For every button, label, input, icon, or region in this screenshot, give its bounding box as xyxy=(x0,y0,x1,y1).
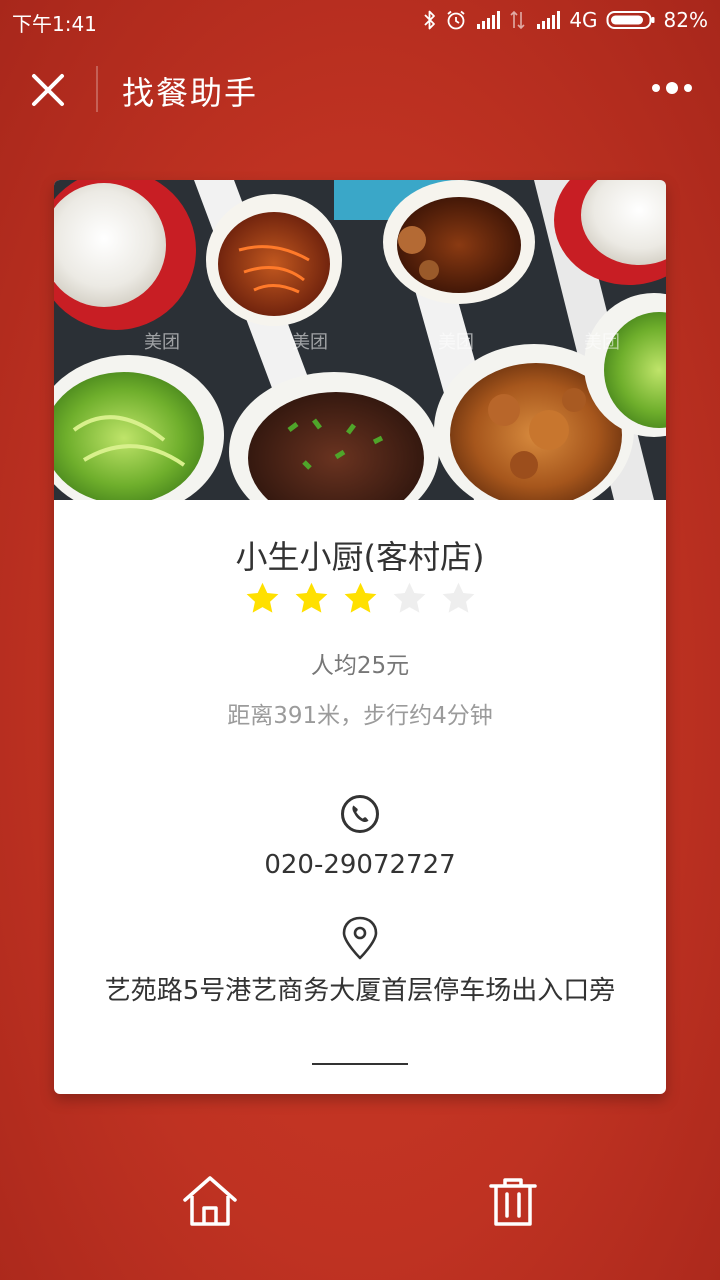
star-empty-icon xyxy=(442,582,474,613)
signal-icon xyxy=(477,11,501,29)
data-transfer-icon xyxy=(510,10,525,30)
signal-icon-2 xyxy=(537,11,561,29)
trash-icon[interactable] xyxy=(483,1172,543,1232)
more-dots-icon[interactable] xyxy=(648,78,696,98)
phone-icon[interactable] xyxy=(340,794,380,834)
svg-text:美团: 美团 xyxy=(584,332,620,353)
svg-text:美团: 美团 xyxy=(144,332,180,353)
address-underline xyxy=(312,1063,408,1065)
battery-icon xyxy=(606,11,655,29)
star-empty-icon xyxy=(393,582,425,613)
walking-distance: 距离391米，步行约4分钟 xyxy=(227,703,493,729)
restaurant-name: 小生小厨(客村店) xyxy=(235,538,485,576)
network-type: 4G xyxy=(569,8,598,32)
average-price: 人均25元 xyxy=(310,653,410,679)
star-filled-icon xyxy=(344,582,376,613)
nav-bar: 找餐助手 xyxy=(0,50,720,130)
restaurant-address[interactable]: 艺苑路5号港艺商务大厦首层停车场出入口旁 xyxy=(90,972,630,1010)
star-filled-icon xyxy=(246,582,278,613)
location-pin-icon[interactable] xyxy=(341,916,379,960)
status-time: 下午1:41 xyxy=(12,12,97,36)
restaurant-photo[interactable]: 美团 美团 美团 美团 xyxy=(54,180,666,500)
svg-text:美团: 美团 xyxy=(438,332,474,353)
status-bar: 下午1:41 4G 82% xyxy=(0,0,720,40)
star-filled-icon xyxy=(295,582,327,613)
home-icon[interactable] xyxy=(180,1172,240,1232)
phone-number[interactable]: 020-29072727 xyxy=(54,850,666,880)
close-icon[interactable] xyxy=(26,68,70,112)
rating-stars xyxy=(54,580,666,617)
status-icons: 4G 82% xyxy=(423,6,708,34)
bluetooth-icon xyxy=(424,10,436,30)
restaurant-card: 美团 美团 美团 美团 小生小厨(客村店) 人均25元 距离391米，步行约4分… xyxy=(54,180,666,1094)
battery-level: 82% xyxy=(663,8,708,32)
page-title: 找餐助手 xyxy=(122,74,259,112)
alarm-icon xyxy=(447,10,465,30)
nav-divider xyxy=(96,66,98,112)
svg-text:美团: 美团 xyxy=(292,332,328,353)
